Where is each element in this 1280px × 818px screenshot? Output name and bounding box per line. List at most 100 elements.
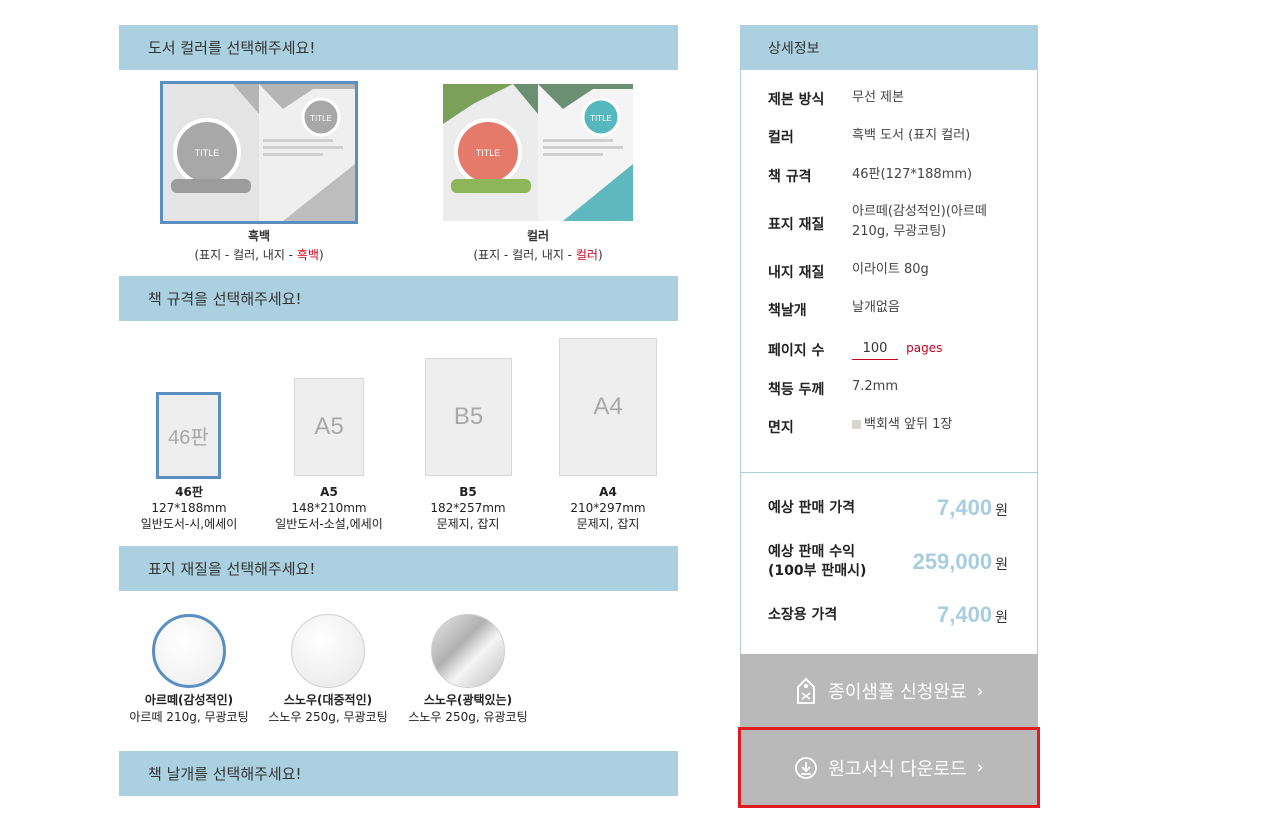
desc-prefix: (표지 - 컬러, 내지 - [473, 248, 576, 262]
price-sale-label: 예상 판매 가격 [768, 500, 856, 516]
size-option-a5[interactable]: A5 [294, 378, 364, 476]
size-name: 46판 [175, 485, 203, 499]
cover-name: 아르떼(감성적인) [144, 693, 234, 707]
book-thumbnail-color: TITLE TITLE [443, 84, 633, 221]
profit-label-line2: (100부 판매시) [768, 563, 867, 579]
desc-highlight: 흑백 [296, 248, 319, 262]
spec-pages-value: 100 pages [852, 338, 1022, 360]
cover-label-arte: 아르떼(감성적인) 아르떼 210g, 무광코팅 [114, 692, 264, 726]
template-download-button[interactable]: 원고서식 다운로드 › [738, 727, 1040, 808]
size-label-a5: A5 148*210mm 일반도서-소설,에세이 [259, 484, 399, 532]
book-thumbnail-bw: TITLE TITLE [160, 81, 358, 224]
profit-label-line1: 예상 판매 수익 [768, 544, 856, 560]
spec-endpaper-label: 면지 [768, 420, 794, 436]
size-name: B5 [459, 485, 477, 499]
price-unit: 원 [995, 502, 1008, 518]
size-name: A5 [320, 485, 338, 499]
size-option-46[interactable]: 46판 [156, 392, 221, 479]
color-option-name: 흑백 [247, 229, 271, 243]
spec-binding-label: 제본 방식 [768, 92, 825, 108]
price-own-value: 7,400 원 [937, 602, 1008, 628]
spec-spine-label: 책등 두께 [768, 382, 825, 398]
section-title: 책 날개를 선택해주세요! [148, 765, 302, 783]
cover-desc: 아르떼 210g, 무광코팅 [129, 710, 249, 724]
spec-cover-value: 아르떼(감성적인)(아르떼 210g, 무광코팅) [852, 204, 987, 239]
spec-size-value: 46판(127*188mm) [852, 167, 973, 182]
size-use: 문제지, 잡지 [436, 517, 500, 531]
cover-desc: 스노우 250g, 무광코팅 [268, 710, 388, 724]
cover-label-snow-matte: 스노우(대중적인) 스노우 250g, 무광코팅 [253, 692, 403, 726]
price-unit: 원 [995, 556, 1008, 572]
size-option-a4[interactable]: A4 [559, 338, 657, 476]
spec-color-value: 흑백 도서 (표지 컬러) [852, 128, 971, 143]
panel-divider [740, 472, 1038, 473]
section-header-size: 책 규격을 선택해주세요! [119, 276, 678, 321]
section-title: 책 규격을 선택해주세요! [148, 290, 302, 308]
price-profit-value: 259,000 원 [913, 549, 1008, 575]
thumb-title-label: TITLE [195, 148, 220, 158]
desc-suffix: ) [597, 248, 603, 262]
thumb-title-label: TITLE [476, 148, 501, 158]
desc-prefix: (표지 - 컬러, 내지 - [194, 248, 297, 262]
pages-input[interactable]: 100 [852, 339, 898, 360]
size-dims: 210*297mm [570, 501, 646, 515]
tag-icon [797, 677, 816, 704]
color-option-name: 컬러 [526, 229, 550, 243]
size-use: 일반도서-소설,에세이 [275, 517, 383, 531]
pages-unit: pages [906, 341, 943, 355]
spec-inner-value: 이라이트 80g [852, 262, 929, 277]
thumb-circle-label: TITLE [310, 114, 332, 123]
endpaper-swatch-icon [852, 420, 861, 429]
section-title: 표지 재질을 선택해주세요! [148, 560, 316, 578]
spec-cover-label: 표지 재질 [768, 217, 825, 233]
desc-suffix: ) [318, 248, 324, 262]
spec-spine-value: 7.2mm [852, 379, 899, 394]
book-spread-illustration: TITLE TITLE [443, 84, 633, 221]
thumb-circle-label: TITLE [590, 114, 612, 123]
price-own-label: 소장용 가격 [768, 607, 838, 623]
spec-size-label: 책 규격 [768, 169, 812, 185]
color-option-desc: (표지 - 컬러, 내지 - 흑백) [162, 246, 356, 263]
price-number: 7,400 [937, 495, 993, 520]
cover-option-arte[interactable] [152, 614, 226, 688]
price-number: 259,000 [912, 549, 993, 574]
book-spread-illustration: TITLE TITLE [163, 84, 355, 221]
section-header-cover: 표지 재질을 선택해주세요! [119, 546, 678, 591]
section-header-color: 도서 컬러를 선택해주세요! [119, 25, 678, 70]
download-icon [795, 756, 818, 779]
size-label-a4: A4 210*297mm 문제지, 잡지 [538, 484, 678, 532]
spec-color-label: 컬러 [768, 130, 794, 146]
cover-option-snow-gloss[interactable] [431, 614, 505, 688]
size-label-b5: B5 182*257mm 문제지, 잡지 [398, 484, 538, 532]
cover-option-snow-matte[interactable] [291, 614, 365, 688]
size-option-b5[interactable]: B5 [425, 358, 512, 476]
cover-desc: 스노우 250g, 유광코팅 [408, 710, 528, 724]
size-name: A4 [599, 485, 617, 499]
size-dims: 127*188mm [151, 501, 227, 515]
color-option-bw[interactable]: TITLE TITLE 흑백 (표지 - 컬러, 내지 - 흑백) [160, 81, 358, 263]
price-profit-label: 예상 판매 수익 (100부 판매시) [768, 543, 866, 581]
details-title: 상세정보 [768, 40, 820, 57]
cover-name: 스노우(광택있는) [423, 693, 513, 707]
endpaper-text: 백회색 앞뒤 1장 [864, 417, 953, 432]
spec-flap-value: 날개없음 [852, 300, 900, 315]
section-title: 도서 컬러를 선택해주세요! [148, 39, 316, 57]
size-label-46: 46판 127*188mm 일반도서-시,에세이 [119, 484, 259, 532]
size-dims: 182*257mm [430, 501, 506, 515]
spec-pages-label: 페이지 수 [768, 343, 825, 359]
size-use: 문제지, 잡지 [576, 517, 640, 531]
size-use: 일반도서-시,에세이 [140, 517, 238, 531]
spec-endpaper-value: 백회색 앞뒤 1장 [852, 415, 1022, 435]
paper-sample-label: 종이샘플 신청완료 [828, 682, 967, 703]
desc-highlight: 컬러 [575, 248, 598, 262]
spec-flap-label: 책날개 [768, 303, 807, 319]
section-header-flap: 책 날개를 선택해주세요! [119, 751, 678, 796]
cover-label-snow-gloss: 스노우(광택있는) 스노우 250g, 유광코팅 [393, 692, 543, 726]
color-option-color[interactable]: TITLE TITLE 컬러 (표지 - 컬러, 내지 - 컬러) [442, 84, 634, 263]
price-number: 7,400 [937, 602, 993, 627]
cover-name: 스노우(대중적인) [283, 693, 373, 707]
price-unit: 원 [995, 609, 1008, 625]
paper-sample-button[interactable]: 종이샘플 신청완료 › [740, 654, 1038, 728]
spec-binding-value: 무선 제본 [852, 90, 904, 105]
chevron-right-icon: › [976, 757, 984, 778]
